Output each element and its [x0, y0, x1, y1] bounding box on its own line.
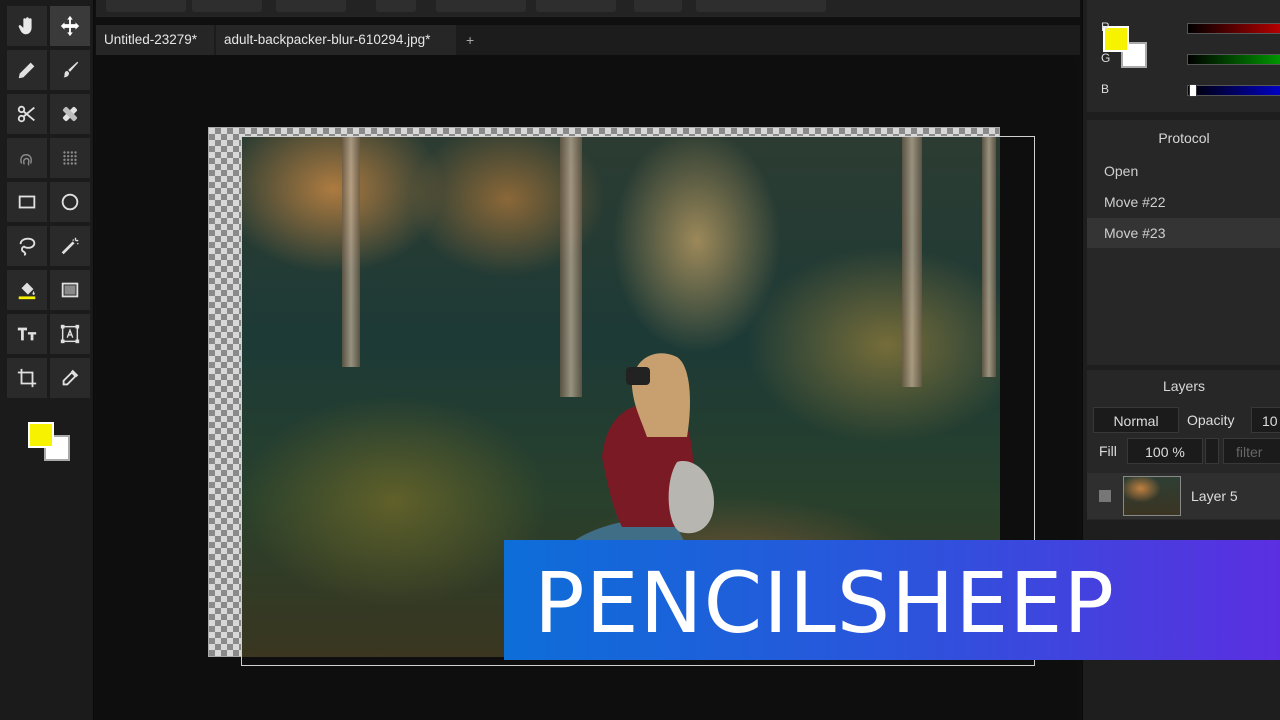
gradient-icon — [61, 282, 79, 298]
text-tool[interactable] — [6, 313, 48, 355]
option-size[interactable] — [634, 0, 682, 12]
app-window: Untitled-23279* adult-backpacker-blur-61… — [0, 0, 1280, 720]
noise-tool[interactable] — [49, 137, 91, 179]
lasso-tool[interactable] — [6, 225, 48, 267]
crop-tool[interactable] — [6, 357, 48, 399]
blend-mode-select[interactable]: Normal — [1093, 407, 1179, 433]
pencil-tool[interactable] — [6, 49, 48, 91]
fill-bucket-icon — [18, 282, 36, 300]
brush-icon — [63, 61, 79, 78]
opacity-label: Opacity — [1187, 412, 1235, 428]
rectangle-tool[interactable] — [6, 181, 48, 223]
brush-tool[interactable] — [49, 49, 91, 91]
move-tool[interactable] — [49, 5, 91, 47]
tool-panel — [0, 0, 94, 720]
healing-icon — [62, 106, 78, 122]
eyedropper-tool[interactable] — [49, 357, 91, 399]
tab-backpacker-image[interactable]: adult-backpacker-blur-610294.jpg* — [216, 25, 456, 55]
option-x[interactable] — [192, 0, 262, 12]
fill-input[interactable]: 100 % — [1127, 438, 1203, 464]
fill-bucket-tool[interactable] — [6, 269, 48, 311]
options-bar — [96, 0, 1080, 18]
option-y[interactable] — [276, 0, 346, 12]
layers-title: Layers — [1162, 378, 1206, 394]
fingerprint-tool[interactable] — [6, 137, 48, 179]
move-icon — [60, 15, 80, 37]
history-item[interactable]: Open — [1087, 156, 1280, 186]
history-item[interactable]: Move #22 — [1087, 187, 1280, 217]
option-align[interactable] — [536, 0, 616, 12]
protocol-panel: Protocol Open Move #22 Move #23 — [1087, 120, 1280, 365]
document-tabs: Untitled-23279* adult-backpacker-blur-61… — [96, 25, 1080, 55]
grid-icon — [63, 151, 77, 165]
eyedropper-icon — [62, 369, 79, 386]
transform-icon — [60, 324, 80, 344]
option-buttons[interactable] — [436, 0, 526, 12]
color-panel: R G B — [1087, 0, 1280, 112]
option-extras[interactable] — [696, 0, 826, 12]
fill-label: Fill — [1099, 443, 1117, 459]
blue-track[interactable] — [1187, 85, 1280, 96]
ellipse-icon — [61, 193, 79, 211]
crop-icon — [17, 368, 37, 388]
green-label: G — [1101, 51, 1111, 65]
layer-name[interactable]: Layer 5 — [1191, 473, 1238, 519]
brand-banner: PENCILSHEEP — [504, 540, 1280, 660]
text-icon — [17, 327, 37, 341]
ellipse-tool[interactable] — [49, 181, 91, 223]
red-track[interactable] — [1187, 23, 1280, 34]
fill-stepper[interactable] — [1205, 438, 1219, 464]
layer-thumbnail — [1123, 476, 1181, 516]
layers-panel: Layers Normal Opacity 10 Fill 100 % filt… — [1087, 370, 1280, 520]
fingerprint-icon — [20, 154, 32, 166]
layer-item[interactable]: Layer 5 — [1087, 473, 1280, 519]
rectangle-icon — [18, 195, 36, 209]
hand-tool[interactable] — [6, 5, 48, 47]
gradient-tool[interactable] — [49, 269, 91, 311]
new-tab-button[interactable]: + — [466, 25, 474, 55]
blue-knob[interactable] — [1189, 84, 1197, 97]
scissors-icon — [17, 105, 35, 123]
opacity-input[interactable]: 10 — [1251, 407, 1280, 433]
layer-visibility-checkbox[interactable] — [1099, 490, 1111, 502]
red-label: R — [1101, 20, 1110, 34]
magic-wand-icon — [61, 237, 79, 255]
option-ratio[interactable] — [376, 0, 416, 12]
lasso-icon — [19, 237, 36, 256]
layer-filter-input[interactable]: filter — [1223, 438, 1280, 464]
hand-icon — [18, 17, 32, 35]
history-item-selected[interactable]: Move #23 — [1087, 218, 1280, 248]
green-track[interactable] — [1187, 54, 1280, 65]
healing-tool[interactable] — [49, 93, 91, 135]
tab-untitled[interactable]: Untitled-23279* — [96, 25, 214, 55]
pencil-icon — [18, 62, 35, 79]
option-select[interactable] — [106, 0, 186, 12]
transform-tool[interactable] — [49, 313, 91, 355]
blue-label: B — [1101, 82, 1110, 96]
foreground-color-swatch[interactable] — [28, 422, 54, 448]
brand-title: PENCILSHEEP — [534, 554, 1116, 652]
magic-wand-tool[interactable] — [49, 225, 91, 267]
scissors-tool[interactable] — [6, 93, 48, 135]
protocol-title: Protocol — [1158, 130, 1210, 146]
